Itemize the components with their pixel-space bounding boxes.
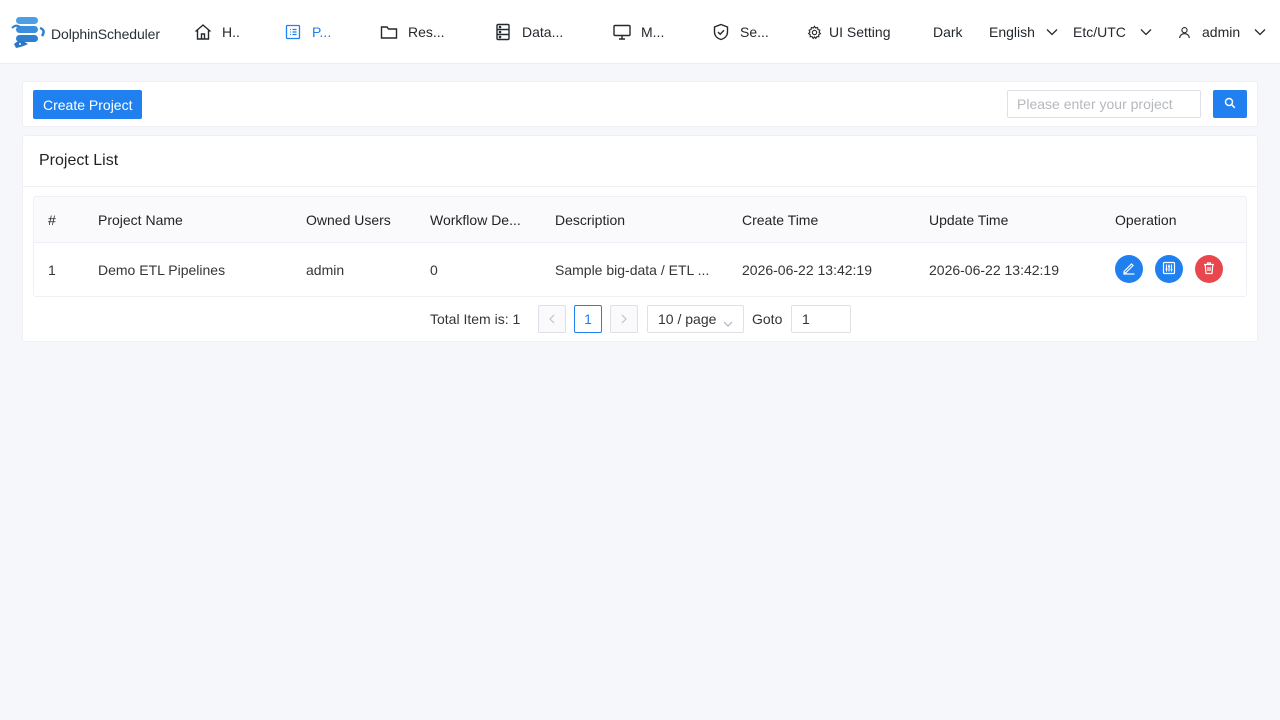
column-header-create-time: Create Time: [742, 211, 819, 228]
top-header: DolphinScheduler H.. P... Res... Data...…: [0, 0, 1280, 64]
edit-icon: [1122, 261, 1136, 278]
home-icon: [193, 22, 213, 42]
page-button[interactable]: 1: [574, 305, 602, 333]
nav-project-label: P...: [312, 24, 332, 40]
parameters-icon: [1162, 261, 1176, 278]
nav-monitor[interactable]: M...: [612, 0, 664, 64]
column-header-project-name: Project Name: [98, 211, 183, 228]
nav-datasource-label: Data...: [522, 24, 564, 40]
project-list-card: Project List # Project Name Owned Users …: [22, 135, 1258, 342]
shield-icon: [711, 22, 731, 42]
project-table: # Project Name Owned Users Workflow De..…: [33, 196, 1247, 297]
project-search-input[interactable]: [1007, 90, 1201, 118]
folder-icon: [379, 22, 399, 42]
goto-page-input[interactable]: [791, 305, 851, 333]
datasource-icon: [493, 22, 513, 42]
column-header-workflow-definition: Workflow De...: [430, 211, 521, 228]
theme-toggle[interactable]: Dark: [933, 0, 963, 64]
table-header: # Project Name Owned Users Workflow De..…: [34, 197, 1246, 243]
nav-project[interactable]: P...: [283, 0, 331, 64]
prev-page-button[interactable]: [538, 305, 566, 333]
user-name: admin: [1202, 24, 1241, 40]
delete-project-button[interactable]: [1195, 255, 1223, 283]
row-create-time: 2026-06-22 13:42:19: [742, 262, 872, 278]
timezone-label: Etc/UTC: [1073, 24, 1126, 40]
chevron-left-icon: [548, 311, 556, 327]
row-update-time: 2026-06-22 13:42:19: [929, 262, 1059, 278]
pagination: Total Item is: 1 1 10 / page Goto: [23, 305, 1257, 333]
logo[interactable]: DolphinScheduler: [10, 14, 160, 50]
project-icon: [283, 22, 303, 42]
project-name-link[interactable]: Demo ETL Pipelines: [98, 243, 298, 296]
row-owner: admin: [306, 262, 345, 278]
nav-monitor-label: M...: [641, 24, 665, 40]
search-icon: [1224, 97, 1236, 112]
project-parameters-button[interactable]: [1155, 255, 1183, 283]
user-icon: [1177, 22, 1191, 42]
nav-security[interactable]: Se...: [711, 0, 769, 64]
logo-text: DolphinScheduler: [51, 26, 160, 42]
project-toolbar: Create Project: [22, 81, 1258, 127]
column-header-operation: Operation: [1115, 211, 1177, 228]
column-header-description: Description: [555, 211, 626, 228]
column-header-update-time: Update Time: [929, 211, 1009, 228]
column-header-index: #: [48, 211, 56, 228]
row-index: 1: [48, 262, 56, 278]
total-items-text: Total Item is: 1: [430, 311, 521, 327]
timezone-dropdown[interactable]: Etc/UTC: [1073, 0, 1152, 64]
page-size-value: 10 / page: [658, 311, 717, 327]
nav-home-label: H..: [222, 24, 240, 40]
row-description: Sample big-data / ETL ...: [555, 262, 710, 278]
chevron-down-icon: [1140, 28, 1152, 36]
search-button[interactable]: [1213, 90, 1247, 118]
divider: [23, 186, 1257, 187]
nav-security-label: Se...: [740, 24, 769, 40]
monitor-icon: [612, 22, 632, 42]
nav-home[interactable]: H..: [193, 0, 240, 64]
page-size-select[interactable]: 10 / page: [647, 305, 744, 333]
chevron-right-icon: [620, 311, 628, 327]
column-header-owned-users: Owned Users: [306, 211, 391, 228]
edit-project-button[interactable]: [1115, 255, 1143, 283]
next-page-button[interactable]: [610, 305, 638, 333]
dolphin-logo-icon: [11, 17, 45, 48]
ui-setting-label: UI Setting: [829, 24, 891, 40]
goto-label: Goto: [752, 311, 783, 327]
ui-setting-button[interactable]: UI Setting: [806, 0, 890, 64]
chevron-down-icon: [1254, 28, 1266, 36]
chevron-down-icon: [723, 315, 733, 331]
gear-icon: [806, 22, 822, 42]
language-dropdown[interactable]: English: [989, 0, 1058, 64]
project-list-title: Project List: [39, 152, 119, 169]
row-workflow-count: 0: [430, 262, 438, 278]
create-project-button[interactable]: Create Project: [33, 90, 143, 119]
nav-datasource[interactable]: Data...: [493, 0, 563, 64]
trash-icon: [1202, 261, 1216, 278]
language-label: English: [989, 24, 1035, 40]
theme-label: Dark: [933, 24, 963, 40]
table-row: 1 Demo ETL Pipelines admin 0 Sample big-…: [34, 243, 1246, 296]
user-dropdown[interactable]: admin: [1177, 0, 1266, 64]
nav-resources-label: Res...: [408, 24, 445, 40]
nav-resources[interactable]: Res...: [379, 0, 445, 64]
chevron-down-icon: [1046, 28, 1058, 36]
